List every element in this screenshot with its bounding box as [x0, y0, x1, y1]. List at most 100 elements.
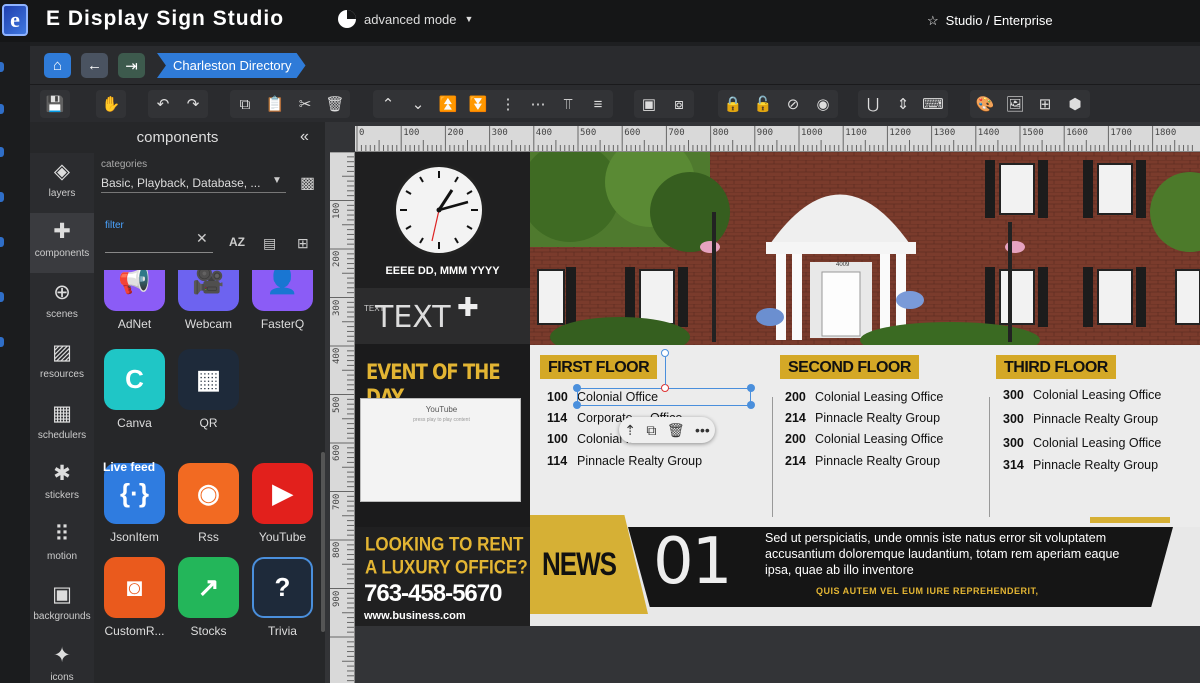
component-tile-canva[interactable]: C Canva [97, 349, 172, 430]
categories-select[interactable]: Basic, Playback, Database, ... [101, 176, 286, 193]
rail-indicator[interactable] [0, 337, 4, 347]
align-center-icon[interactable]: ≡ [583, 90, 613, 118]
distribute-horizontal-icon[interactable]: ⋯ [523, 90, 553, 118]
app-logo[interactable]: e [2, 4, 28, 36]
resize-handle[interactable] [747, 384, 755, 392]
component-tile-adnet[interactable]: 📢 AdNet [97, 270, 172, 331]
hand-icon[interactable]: ✋ [96, 90, 126, 118]
save-icon[interactable]: 💾 [40, 90, 70, 118]
rail-indicator[interactable] [0, 237, 4, 247]
redo-icon[interactable]: ↷ [178, 90, 208, 118]
distribute-vertical-icon[interactable]: ⋮ [493, 90, 523, 118]
copy-icon[interactable]: ⧉ [230, 90, 260, 118]
grid-off-icon[interactable]: ▩ [300, 173, 315, 193]
move-down-icon[interactable]: ⌄ [403, 90, 433, 118]
component-tile-webcam[interactable]: 🎥 Webcam [171, 270, 246, 331]
sort-az-button[interactable]: AZ [229, 235, 245, 249]
eye-off-icon[interactable]: ⊘ [778, 90, 808, 118]
add-image-icon[interactable]: ⊞ [1030, 90, 1060, 118]
group-icon[interactable]: ▣ [634, 90, 664, 118]
component-tile-trivia[interactable]: ? Trivia [245, 557, 320, 638]
unlock-icon[interactable]: 🔓 [748, 90, 778, 118]
sidebar-item-layers[interactable]: ◈ layers [30, 153, 94, 213]
mode-dropdown[interactable]: advanced mode ▼ [338, 10, 473, 28]
duplicate-icon[interactable]: ⧉ [646, 422, 656, 439]
text-fit-icon[interactable]: ⇡ [624, 422, 636, 439]
component-tile-youtube[interactable]: ▶ YouTube [245, 463, 320, 544]
component-tile-jsonitem[interactable]: {·} JsonItem [97, 463, 172, 544]
sidebar-item-resources[interactable]: ▨ resources [30, 334, 94, 394]
collapse-icon[interactable]: « [300, 128, 309, 146]
building-photo[interactable]: 4009 [530, 152, 1200, 345]
fit-height-icon[interactable]: ⇕ [888, 90, 918, 118]
grid-icon[interactable]: ⊞ [297, 235, 309, 252]
palette-icon[interactable]: 🎨 [970, 90, 1000, 118]
paste-icon[interactable]: 📋 [260, 90, 290, 118]
ungroup-icon[interactable]: ⧇ [664, 90, 694, 118]
directory-row[interactable]: 300 Pinnacle Realty Group [1003, 412, 1158, 426]
home-button[interactable]: ⌂ [44, 53, 71, 78]
magnet-icon[interactable]: ⋃ [858, 90, 888, 118]
event-panel[interactable]: EVENT OF THE DAY YouTube press play to p… [355, 344, 530, 527]
component-tile-stocks[interactable]: ↗ Stocks [171, 557, 246, 638]
directory-row[interactable]: 114 Pinnacle Realty Group [547, 454, 702, 468]
directory-row[interactable]: 200 Colonial Leasing Office [785, 432, 943, 446]
sidebar-item-scenes[interactable]: ⊕ scenes [30, 274, 94, 334]
keyboard-icon[interactable]: ⌨ [918, 90, 948, 118]
more-icon[interactable]: ••• [695, 422, 710, 438]
directory-row[interactable]: 200 Colonial Leasing Office [785, 390, 943, 404]
component-tile-customrss[interactable]: ◙ CustomR... [97, 557, 172, 638]
undo-icon[interactable]: ↶ [148, 90, 178, 118]
directory-row[interactable]: 300 Colonial Leasing Office [1003, 436, 1161, 450]
resize-handle[interactable] [573, 384, 581, 392]
rail-indicator[interactable] [0, 147, 4, 157]
image-icon[interactable]: 🖼 [1000, 90, 1030, 118]
rotate-handle-top[interactable] [661, 349, 669, 357]
sidebar-item-stickers[interactable]: ✱ stickers [30, 455, 94, 515]
send-back-icon[interactable]: ⏬ [463, 90, 493, 118]
chevron-down-icon[interactable]: ▼ [272, 175, 282, 186]
trash-icon[interactable]: 🗑 [667, 422, 685, 439]
sidebar-item-icons[interactable]: ✦ icons [30, 637, 94, 683]
align-top-icon[interactable]: ⫪ [553, 90, 583, 118]
component-tile-rss[interactable]: ◉ Rss [171, 463, 246, 544]
exit-button[interactable]: ⇥ [118, 53, 145, 78]
directory-row[interactable]: 214 Pinnacle Realty Group [785, 411, 940, 425]
rail-indicator[interactable] [0, 292, 4, 302]
resize-handle[interactable] [747, 401, 755, 409]
rotate-handle[interactable] [661, 384, 669, 392]
lock-icon[interactable]: 🔒 [718, 90, 748, 118]
sign-canvas[interactable]: EEEE DD, MMM YYYY TEXT TEXT ✚ EVENT OF T… [355, 152, 1200, 626]
bring-front-icon[interactable]: ⏫ [433, 90, 463, 118]
edition-badge[interactable]: ☆ Studio / Enterprise [927, 13, 1053, 29]
cubes-icon[interactable]: ⬢ [1060, 90, 1090, 118]
sidebar-item-motion[interactable]: ⠿ motion [30, 516, 94, 576]
component-tile-qr[interactable]: ▦ QR [171, 349, 246, 430]
resize-handle[interactable] [573, 401, 581, 409]
rail-indicator[interactable] [0, 192, 4, 202]
eye-icon[interactable]: ◉ [808, 90, 838, 118]
rss-icon: ◉ [178, 463, 239, 524]
rent-panel[interactable]: LOOKING TO RENT A LUXURY OFFICE? 763-458… [355, 527, 530, 626]
directory-row[interactable]: 214 Pinnacle Realty Group [785, 454, 940, 468]
youtube-placeholder[interactable]: YouTube press play to play content [360, 398, 521, 502]
text-component[interactable]: TEXT TEXT ✚ [355, 288, 530, 344]
clock-panel[interactable]: EEEE DD, MMM YYYY [355, 152, 530, 288]
trash-icon[interactable]: 🗑 [320, 90, 350, 118]
directory-row[interactable]: 314 Pinnacle Realty Group [1003, 458, 1158, 472]
layout-icon[interactable]: ▤ [263, 235, 276, 252]
rail-indicator[interactable] [0, 62, 4, 72]
sidebar-item-backgrounds[interactable]: ▣ backgrounds [30, 576, 94, 636]
component-tile-fasterq[interactable]: 👤 FasterQ [245, 270, 320, 331]
news-ticker[interactable]: NEWS 01 Sed ut perspiciatis, unde omnis … [530, 515, 1200, 626]
sidebar-item-components[interactable]: ✚ components [30, 213, 94, 273]
selection-box[interactable] [573, 349, 755, 409]
cut-icon[interactable]: ✂ [290, 90, 320, 118]
move-up-icon[interactable]: ⌃ [373, 90, 403, 118]
back-button[interactable]: ← [81, 53, 108, 78]
sidebar-item-schedulers[interactable]: ▦ schedulers [30, 395, 94, 455]
close-icon[interactable]: ✕ [196, 230, 208, 247]
rail-indicator[interactable] [0, 104, 4, 114]
breadcrumb[interactable]: Charleston Directory [157, 53, 306, 78]
directory-row[interactable]: 300 Colonial Leasing Office [1003, 388, 1161, 402]
